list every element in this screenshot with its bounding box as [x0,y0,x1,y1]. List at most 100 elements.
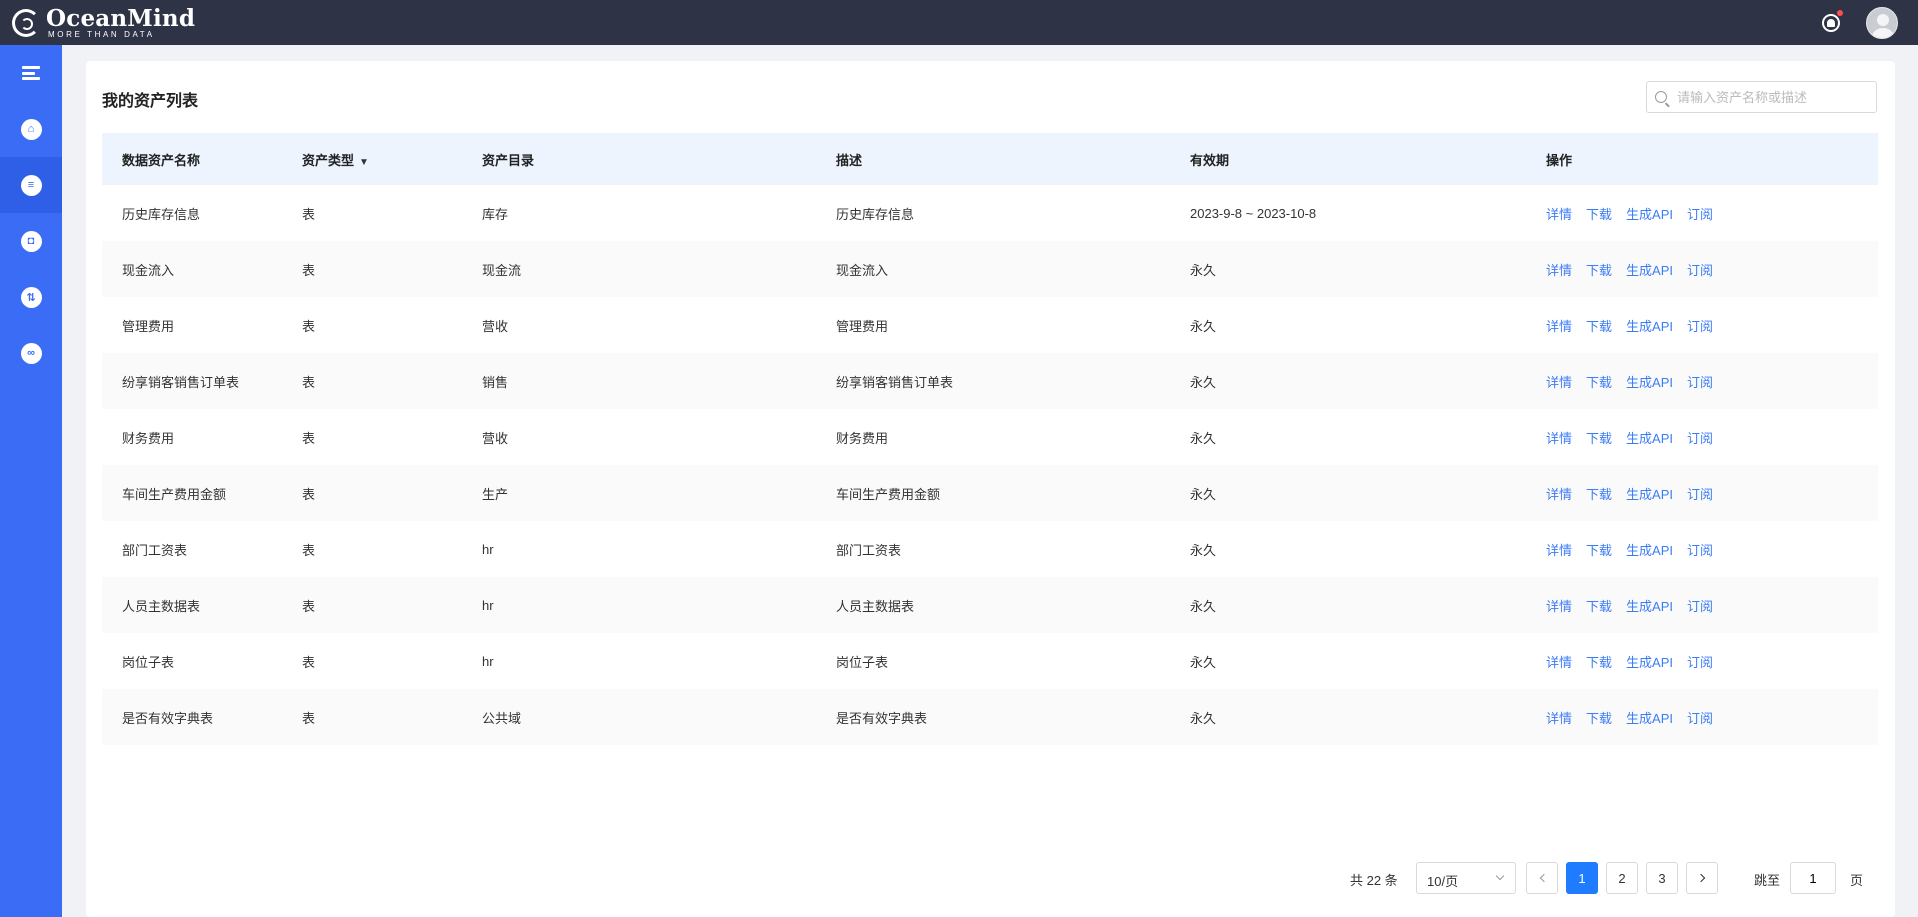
user-avatar[interactable] [1866,6,1898,39]
cell-asset-type: 表 [302,486,316,502]
page-suffix-label: 页 [1850,873,1864,888]
download-link[interactable]: 下载 [1586,260,1612,279]
detail-link[interactable]: 详情 [1546,372,1572,391]
cell-asset-description: 岗位子表 [836,654,889,670]
page-size-select[interactable]: 10/页 [1416,862,1516,894]
sidebar-item-security[interactable]: ◘ [0,213,62,269]
table-row: 岗位子表 表 hr 岗位子表 永久 详情 下载 生成API 订阅 [102,633,1878,689]
table-row: 人员主数据表 表 hr 人员主数据表 永久 详情 下载 生成API 订阅 [102,577,1878,633]
link-icon: ∞ [20,342,42,364]
download-link[interactable]: 下载 [1586,316,1612,335]
download-link[interactable]: 下载 [1586,652,1612,671]
table-row: 现金流入 表 现金流 现金流入 永久 详情 下载 生成API 订阅 [102,241,1878,297]
cell-validity: 2023-9-8 ~ 2023-10-8 [1190,205,1317,221]
cell-validity: 永久 [1190,318,1217,334]
column-header-actions: 操作 [1546,152,1573,168]
subscribe-link[interactable]: 订阅 [1687,484,1713,503]
cell-asset-type: 表 [302,262,316,278]
subscribe-link[interactable]: 订阅 [1687,372,1713,391]
cell-validity: 永久 [1190,374,1217,390]
cell-actions: 详情 下载 生成API 订阅 [1526,652,1878,671]
sliders-icon: ⇅ [20,286,42,308]
table-row: 纷享销客销售订单表 表 销售 纷享销客销售订单表 永久 详情 下载 生成API 订阅 [102,353,1878,409]
generate-api-link[interactable]: 生成API [1626,316,1673,335]
subscribe-link[interactable]: 订阅 [1687,596,1713,615]
cell-asset-catalog: 公共域 [482,710,522,726]
detail-link[interactable]: 详情 [1546,204,1572,223]
pagination: 共 22 条 10/页 1 2 3 跳至 页 [86,862,1895,894]
subscribe-link[interactable]: 订阅 [1687,428,1713,447]
sidebar-item-links[interactable]: ∞ [0,325,62,381]
detail-link[interactable]: 详情 [1546,652,1572,671]
sidebar-item-settings[interactable]: ⇅ [0,269,62,325]
subscribe-link[interactable]: 订阅 [1687,204,1713,223]
subscribe-link[interactable]: 订阅 [1687,540,1713,559]
filter-icon[interactable]: ▼ [359,157,369,168]
cell-asset-type: 表 [302,374,316,390]
page-button-1[interactable]: 1 [1566,862,1598,894]
cell-asset-description: 现金流入 [836,262,889,278]
subscribe-link[interactable]: 订阅 [1687,260,1713,279]
generate-api-link[interactable]: 生成API [1626,652,1673,671]
generate-api-link[interactable]: 生成API [1626,708,1673,727]
page-button-2[interactable]: 2 [1606,862,1638,894]
detail-link[interactable]: 详情 [1546,484,1572,503]
download-link[interactable]: 下载 [1586,708,1612,727]
generate-api-link[interactable]: 生成API [1626,260,1673,279]
cell-actions: 详情 下载 生成API 订阅 [1526,260,1878,279]
cell-asset-name: 人员主数据表 [122,598,201,614]
download-link[interactable]: 下载 [1586,484,1612,503]
table-row: 管理费用 表 营收 管理费用 永久 详情 下载 生成API 订阅 [102,297,1878,353]
notification-bell-icon[interactable] [1822,9,1843,32]
detail-link[interactable]: 详情 [1546,260,1572,279]
detail-link[interactable]: 详情 [1546,708,1572,727]
cell-asset-description: 车间生产费用金额 [836,486,941,502]
generate-api-link[interactable]: 生成API [1626,372,1673,391]
cell-asset-description: 部门工资表 [836,542,902,558]
detail-link[interactable]: 详情 [1546,428,1572,447]
cell-validity: 永久 [1190,598,1217,614]
table-header: 数据资产名称 资产类型 ▼ 资产目录 描述 有效期 操作 [102,133,1878,185]
search-input[interactable] [1677,89,1867,105]
generate-api-link[interactable]: 生成API [1626,204,1673,223]
download-link[interactable]: 下载 [1586,372,1612,391]
subscribe-link[interactable]: 订阅 [1687,316,1713,335]
prev-page-button[interactable] [1526,862,1558,894]
download-link[interactable]: 下载 [1586,596,1612,615]
download-link[interactable]: 下载 [1586,540,1612,559]
column-header-type[interactable]: 资产类型 ▼ [282,150,462,169]
page-button-3[interactable]: 3 [1646,862,1678,894]
download-link[interactable]: 下载 [1586,428,1612,447]
top-bar: OceanMind MORE THAN DATA [0,0,1918,45]
detail-link[interactable]: 详情 [1546,540,1572,559]
cell-asset-name: 部门工资表 [122,542,188,558]
generate-api-link[interactable]: 生成API [1626,484,1673,503]
subscribe-link[interactable]: 订阅 [1687,708,1713,727]
cell-asset-catalog: hr [482,653,494,669]
sidebar-item-home[interactable]: ⌂ [0,101,62,157]
cell-actions: 详情 下载 生成API 订阅 [1526,596,1878,615]
generate-api-link[interactable]: 生成API [1626,596,1673,615]
sidebar-toggle[interactable] [0,45,62,101]
home-icon: ⌂ [20,118,42,140]
table-row: 财务费用 表 营收 财务费用 永久 详情 下载 生成API 订阅 [102,409,1878,465]
next-page-button[interactable] [1686,862,1718,894]
brand-logo[interactable]: OceanMind MORE THAN DATA [12,0,195,45]
detail-link[interactable]: 详情 [1546,316,1572,335]
cell-asset-type: 表 [302,654,316,670]
generate-api-link[interactable]: 生成API [1626,428,1673,447]
subscribe-link[interactable]: 订阅 [1687,652,1713,671]
database-icon: ≡ [20,174,42,196]
cell-validity: 永久 [1190,486,1217,502]
generate-api-link[interactable]: 生成API [1626,540,1673,559]
detail-link[interactable]: 详情 [1546,596,1572,615]
cell-asset-description: 管理费用 [836,318,889,334]
sidebar-item-assets[interactable]: ≡ [0,157,62,213]
cell-asset-name: 是否有效字典表 [122,710,214,726]
search-icon [1655,91,1667,103]
download-link[interactable]: 下载 [1586,204,1612,223]
cell-asset-catalog: hr [482,541,494,557]
cell-actions: 详情 下载 生成API 订阅 [1526,316,1878,335]
cell-asset-description: 是否有效字典表 [836,710,928,726]
jump-page-input[interactable] [1790,862,1836,894]
